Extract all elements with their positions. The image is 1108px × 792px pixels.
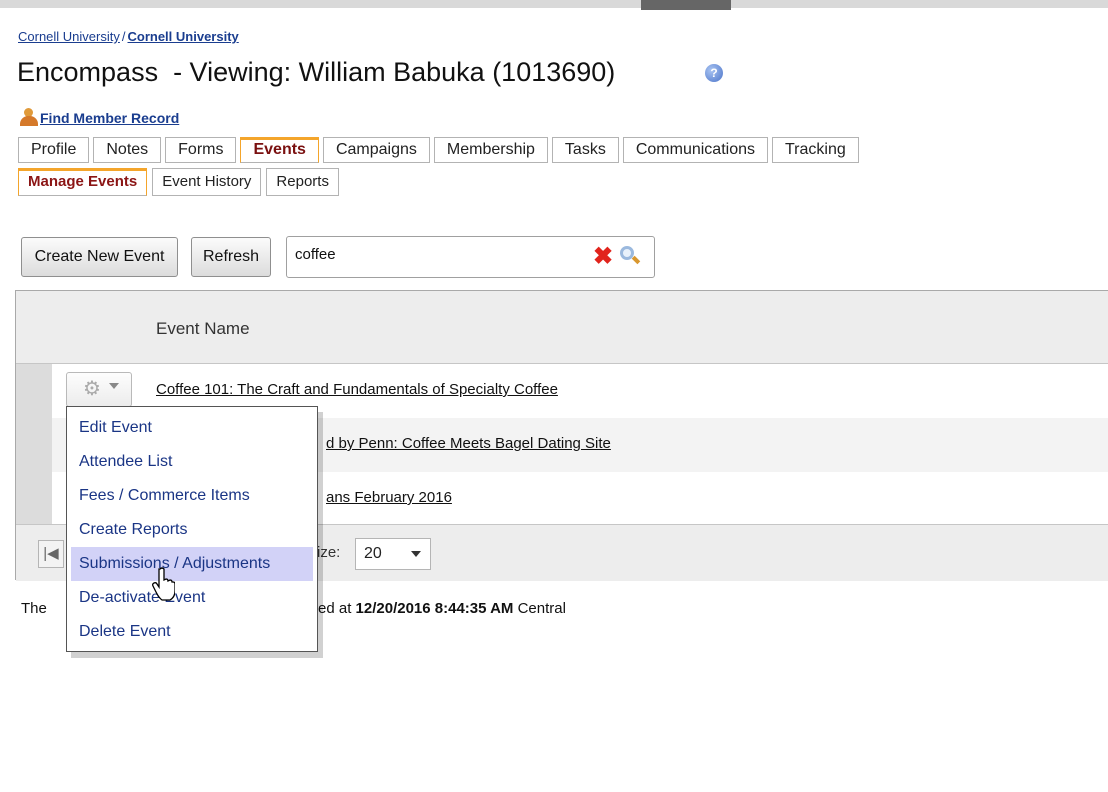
row-actions-button[interactable]: ⚙	[66, 372, 132, 407]
find-member-record-link[interactable]: Find Member Record	[18, 108, 179, 126]
gear-icon: ⚙	[83, 378, 101, 400]
grid-row-gutter	[16, 364, 52, 524]
event-name-link[interactable]: d by Penn: Coffee Meets Bagel Dating Sit…	[326, 435, 611, 452]
window-top-bar	[0, 0, 1108, 8]
breadcrumb-link-current[interactable]: Cornell University	[128, 29, 239, 44]
column-header-event-name[interactable]: Event Name	[156, 319, 250, 339]
tab-profile[interactable]: Profile	[18, 137, 90, 163]
clear-x-icon[interactable]: ✖	[593, 245, 613, 269]
tab-tasks[interactable]: Tasks	[551, 137, 619, 163]
footer-last-refreshed: ed at 12/20/2016 8:44:35 AM Central	[318, 600, 566, 617]
footer-timezone: Central	[513, 600, 566, 617]
refresh-button[interactable]: Refresh	[191, 237, 271, 277]
menu-item-delete-event[interactable]: Delete Event	[67, 615, 317, 649]
menu-item-edit-event[interactable]: Edit Event	[67, 411, 317, 445]
tab-notes[interactable]: Notes	[93, 137, 162, 163]
footer-text-middle: ed at	[318, 600, 356, 617]
page-size-select[interactable]: 20	[355, 538, 431, 570]
main-tabs: Profile Notes Forms Events Campaigns Mem…	[18, 137, 863, 163]
find-member-record-label: Find Member Record	[40, 110, 180, 126]
menu-item-fees-commerce-items[interactable]: Fees / Commerce Items	[67, 479, 317, 513]
member-search-icon	[18, 108, 40, 126]
breadcrumb-link-root[interactable]: Cornell University	[18, 29, 120, 44]
subtab-manage-events[interactable]: Manage Events	[18, 168, 148, 196]
event-name-link[interactable]: Coffee 101: The Craft and Fundamentals o…	[156, 381, 558, 398]
row-actions-menu: Edit Event Attendee List Fees / Commerce…	[66, 406, 318, 652]
first-page-button[interactable]: |◀	[38, 540, 64, 568]
page-title: Encompass - Viewing: William Babuka (101…	[17, 57, 616, 87]
hand-cursor-icon	[152, 567, 175, 601]
menu-item-deactivate-event[interactable]: De-activate Event	[67, 581, 317, 615]
breadcrumb: Cornell University / Cornell University	[18, 29, 239, 44]
event-name-link[interactable]: ans February 2016	[326, 489, 452, 506]
tab-forms[interactable]: Forms	[165, 137, 237, 163]
subtab-event-history[interactable]: Event History	[152, 168, 262, 196]
footer-text-start: The	[21, 600, 47, 617]
menu-item-attendee-list[interactable]: Attendee List	[67, 445, 317, 479]
tab-tracking[interactable]: Tracking	[771, 137, 859, 163]
menu-item-create-reports[interactable]: Create Reports	[67, 513, 317, 547]
tab-membership[interactable]: Membership	[433, 137, 548, 163]
page-size-label: ize:	[317, 544, 341, 561]
sub-tabs: Manage Events Event History Reports	[18, 168, 344, 196]
subtab-reports[interactable]: Reports	[266, 168, 339, 196]
tab-communications[interactable]: Communications	[622, 137, 768, 163]
menu-item-submissions-adjustments[interactable]: Submissions / Adjustments	[71, 547, 313, 581]
window-top-handle	[641, 0, 731, 10]
chevron-down-icon	[411, 551, 421, 557]
search-value: coffee	[295, 246, 336, 263]
grid-header: Event Name	[16, 291, 1108, 364]
breadcrumb-separator: /	[121, 29, 126, 44]
chevron-down-icon	[109, 383, 119, 389]
help-icon[interactable]: ?	[705, 64, 723, 82]
page-size-value: 20	[364, 545, 382, 562]
tab-events[interactable]: Events	[240, 137, 319, 163]
magnifier-icon[interactable]	[620, 246, 641, 266]
event-search-input[interactable]: coffee ✖	[286, 236, 655, 278]
tab-campaigns[interactable]: Campaigns	[322, 137, 430, 163]
footer-timestamp: 12/20/2016 8:44:35 AM	[355, 600, 514, 617]
create-new-event-button[interactable]: Create New Event	[21, 237, 178, 277]
